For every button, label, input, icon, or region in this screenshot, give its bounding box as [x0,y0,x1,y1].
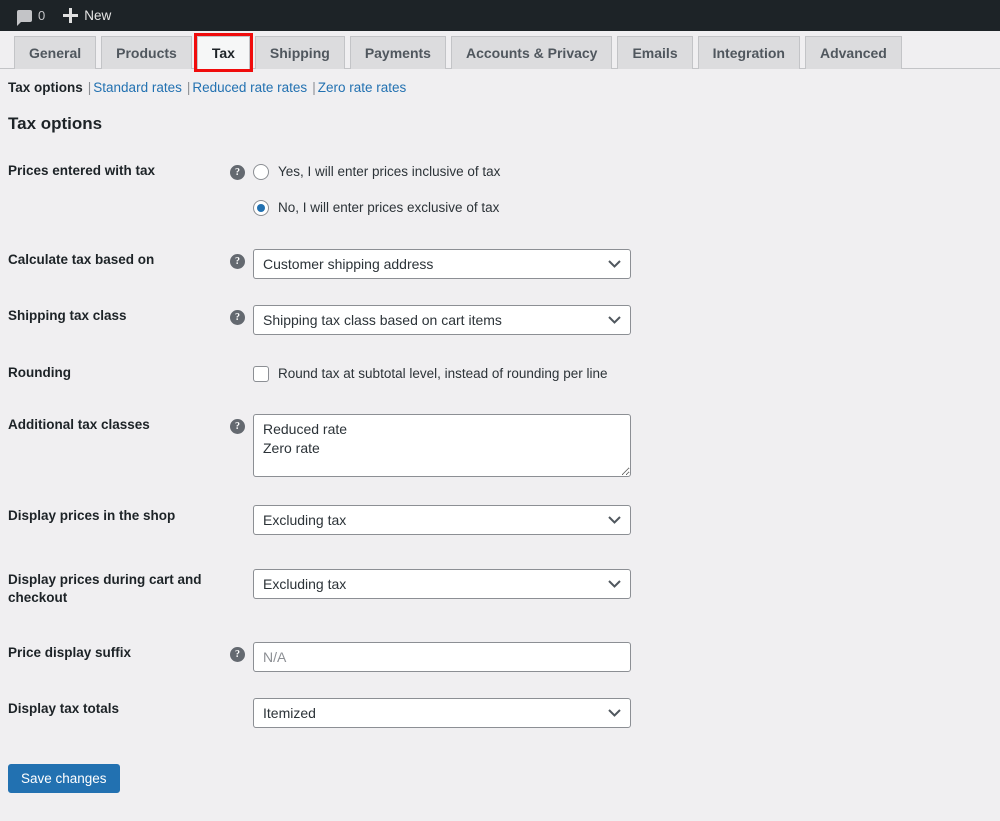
row-price-display-suffix: Price display suffix ? [8,642,1000,673]
row-display-prices-in-shop: Display prices in the shop Excluding tax [8,505,1000,535]
label-prices-entered-with-tax: Prices entered with tax [8,163,156,178]
plus-icon [63,8,79,23]
help-icon[interactable]: ? [230,419,245,434]
help-col-empty [230,698,253,700]
admin-bar: 0 New [0,0,1000,31]
help-icon[interactable]: ? [230,310,245,325]
label-additional-tax-classes: Additional tax classes [8,417,150,432]
radio-exclusive[interactable] [253,199,269,216]
comment-bubble-icon [17,9,32,26]
select-wrap: Itemized [253,698,631,729]
subnav-link-standard-rates[interactable]: Standard rates [93,80,182,95]
row-display-tax-totals: Display tax totals Itemized [8,698,1000,729]
row-additional-tax-classes: Additional tax classes ? [8,414,1000,477]
subnav-link-reduced-rate-rates[interactable]: Reduced rate rates [192,80,307,95]
subnav-link-zero-rate-rates[interactable]: Zero rate rates [318,80,407,95]
subnav-separator: | [312,80,316,95]
row-rounding: Rounding Round tax at subtotal level, in… [8,362,1000,385]
row-calculate-tax-based-on: Calculate tax based on ? Customer shippi… [8,249,1000,279]
label-display-prices-cart-checkout: Display prices during cart and checkout [8,572,202,606]
label-shipping-tax-class: Shipping tax class [8,308,127,323]
row-display-prices-cart-checkout: Display prices during cart and checkout … [8,569,1000,607]
tab-emails[interactable]: Emails [617,36,693,69]
radio-inclusive-label[interactable]: Yes, I will enter prices inclusive of ta… [278,164,500,179]
help-icon[interactable]: ? [230,647,245,663]
adminbar-new[interactable]: New [54,0,120,31]
label-price-display-suffix: Price display suffix [8,645,132,661]
help-col: ? [230,160,253,180]
tax-subnav: Tax options | Standard rates | Reduced rate … [0,69,1000,105]
select-wrap: Shipping tax class based on cart items [253,305,631,335]
label-display-tax-totals: Display tax totals [8,701,120,717]
page-title: Tax options [8,114,103,133]
radio-exclusive-label[interactable]: No, I will enter prices exclusive of tax [278,200,499,215]
tab-tax[interactable]: Tax [193,33,253,72]
checkbox-option-rounding[interactable]: Round tax at subtotal level, instead of … [253,362,1000,385]
row-shipping-tax-class: Shipping tax class ? Shipping tax class … [8,305,1000,335]
help-icon[interactable]: ? [230,254,245,269]
tab-general[interactable]: General [14,36,97,69]
help-col: ? [230,305,253,325]
tab-products[interactable]: Products [101,36,192,69]
label-calculate-tax-based-on: Calculate tax based on [8,252,155,267]
adminbar-comments[interactable]: 0 [8,0,54,31]
select-calculate-tax-based-on[interactable]: Customer shipping address [253,249,631,279]
select-shipping-tax-class[interactable]: Shipping tax class based on cart items [253,305,631,335]
tab-integration[interactable]: Integration [697,36,800,69]
radio-inclusive[interactable] [253,163,269,180]
comments-count: 0 [38,8,46,23]
row-prices-entered-with-tax: Prices entered with tax ? Yes, I will en… [8,160,1000,219]
checkbox-round-at-subtotal[interactable] [253,365,269,382]
help-col: ? [230,642,253,663]
tab-payments[interactable]: Payments [349,36,446,69]
select-wrap: Excluding tax [253,569,631,599]
select-display-prices-in-shop[interactable]: Excluding tax [253,505,631,535]
input-price-display-suffix[interactable] [253,642,631,673]
select-wrap: Customer shipping address [253,249,631,279]
select-display-tax-totals[interactable]: Itemized [253,698,631,729]
tab-advanced[interactable]: Advanced [804,36,902,69]
settings-tab-bar: General Products Tax Shipping Payments Accoun… [0,31,1000,72]
help-col: ? [230,249,253,269]
radio-option-exclusive[interactable]: No, I will enter prices exclusive of tax [253,196,1000,219]
save-changes-button[interactable]: Save changes [8,764,120,794]
help-col: ? [230,414,253,434]
tab-accounts-privacy[interactable]: Accounts & Privacy [450,36,613,69]
help-col-empty [230,505,253,507]
tax-options-form: Prices entered with tax ? Yes, I will en… [0,160,1000,794]
label-display-prices-in-shop: Display prices in the shop [8,508,176,523]
help-icon[interactable]: ? [230,165,245,180]
adminbar-new-label: New [84,8,112,23]
help-col-empty [230,569,253,571]
select-wrap: Excluding tax [253,505,631,535]
textarea-additional-tax-classes[interactable] [253,414,631,477]
subnav-separator: | [87,80,92,95]
subnav-separator: | [186,80,191,95]
radio-option-inclusive[interactable]: Yes, I will enter prices inclusive of ta… [253,160,1000,183]
label-rounding: Rounding [8,365,71,380]
select-display-prices-cart-checkout[interactable]: Excluding tax [253,569,631,599]
checkbox-round-at-subtotal-label[interactable]: Round tax at subtotal level, instead of … [278,366,607,381]
tab-shipping[interactable]: Shipping [254,36,345,69]
subnav-current: Tax options [8,80,83,95]
help-col-empty [230,362,253,364]
